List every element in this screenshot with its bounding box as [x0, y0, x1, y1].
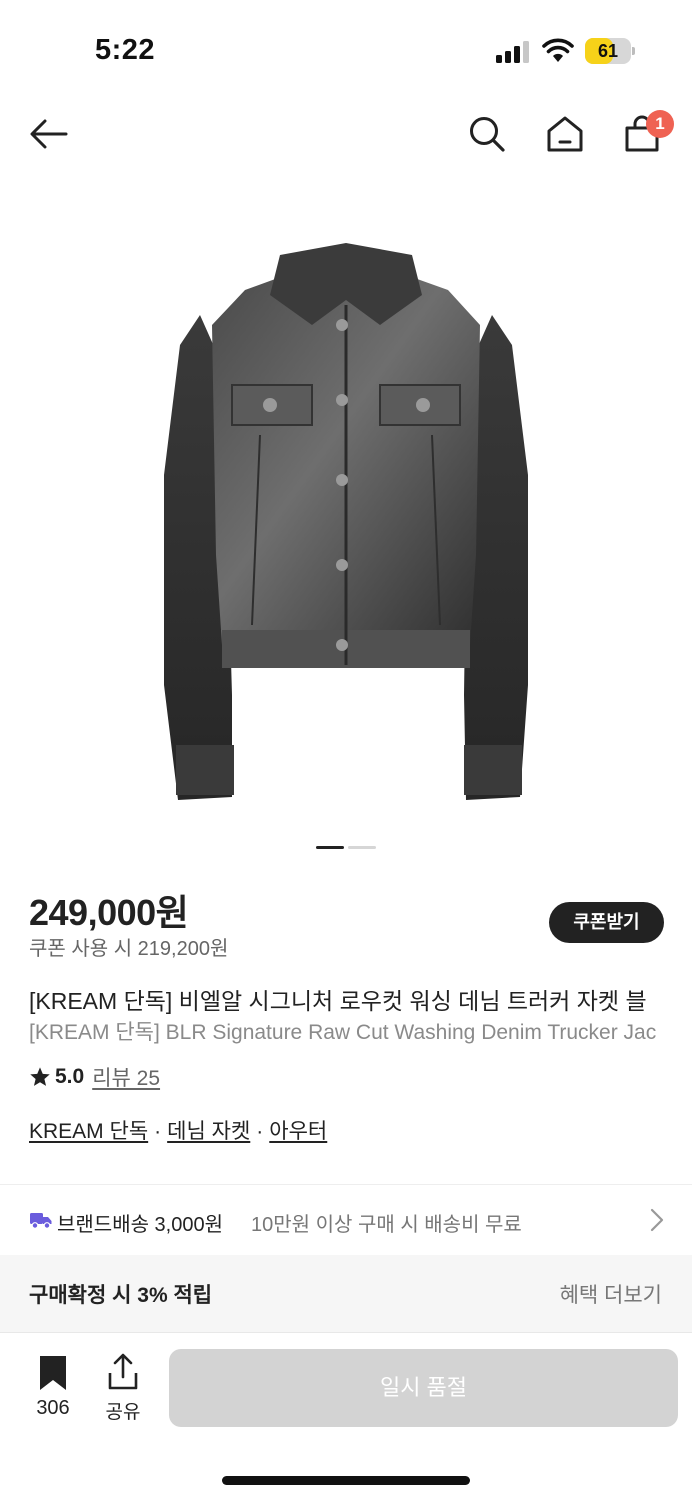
nav-bar — [0, 100, 692, 170]
carousel-dot-active — [316, 846, 344, 849]
carousel-indicator — [316, 846, 376, 850]
benefit-row: 구매확정 시 3% 적립 혜택 더보기 — [0, 1255, 692, 1332]
review-link[interactable]: 리뷰 25 — [92, 1062, 160, 1092]
carousel-dot — [348, 846, 376, 849]
shipping-title: 브랜드배송 3,000원 — [57, 1214, 224, 1236]
star-icon — [30, 1067, 50, 1086]
category-separator: · — [256, 1120, 264, 1143]
category-separator: · — [154, 1120, 162, 1143]
category-breadcrumb: KREAM 단독 · 데님 자켓 · 아우터 — [29, 1115, 327, 1145]
rating-row: 5.0 리뷰 25 — [29, 1063, 160, 1091]
category-link-denim-jacket[interactable]: 데님 자켓 — [167, 1120, 250, 1143]
product-price: 249,000원 — [29, 892, 189, 933]
bookmark-icon — [40, 1356, 66, 1390]
chevron-right-icon — [650, 1208, 664, 1232]
product-title-ko: [KREAM 단독] 비엘알 시그니처 로우컷 워싱 데님 트러커 자켓 블 — [29, 988, 647, 1014]
coupon-price: 쿠폰 사용 시 219,200원 — [29, 938, 229, 960]
category-link-outer[interactable]: 아우터 — [269, 1120, 327, 1143]
sold-out-button[interactable]: 일시 품절 — [169, 1349, 678, 1427]
home-icon[interactable] — [543, 112, 587, 156]
search-icon[interactable] — [465, 112, 509, 156]
product-image[interactable] — [140, 225, 552, 815]
shipping-info-row[interactable]: 브랜드배송 3,000원 10만원 이상 구매 시 배송비 무료 — [0, 1185, 692, 1255]
share-label: 공유 — [105, 1402, 141, 1423]
share-button[interactable]: 공유 — [100, 1351, 146, 1423]
save-count: 306 — [36, 1397, 70, 1419]
bottom-action-bar: 306 공유 일시 품절 — [0, 1332, 692, 1500]
rating-value: 5.0 — [55, 1065, 85, 1088]
status-time: 5:22 — [95, 34, 156, 66]
battery-indicator: 61 — [585, 38, 635, 64]
benefit-more-link[interactable]: 혜택 더보기 — [560, 1279, 662, 1309]
home-indicator — [222, 1476, 470, 1485]
truck-icon — [30, 1213, 52, 1229]
cellular-signal-icon — [496, 41, 529, 63]
cart-count-badge: 1 — [646, 110, 674, 138]
product-title-en: [KREAM 단독] BLR Signature Raw Cut Washing… — [29, 1021, 657, 1044]
benefit-title: 구매확정 시 3% 적립 — [29, 1284, 213, 1307]
battery-level: 61 — [597, 41, 619, 61]
wifi-icon — [542, 38, 574, 62]
get-coupon-button[interactable]: 쿠폰받기 — [549, 902, 664, 943]
share-icon — [108, 1353, 138, 1390]
save-button[interactable]: 306 — [28, 1351, 78, 1421]
back-arrow-icon[interactable] — [26, 112, 70, 156]
shipping-description: 10만원 이상 구매 시 배송비 무료 — [251, 1214, 522, 1236]
status-bar: 5:22 61 — [0, 0, 692, 100]
category-link-exclusive[interactable]: KREAM 단독 — [29, 1120, 148, 1143]
